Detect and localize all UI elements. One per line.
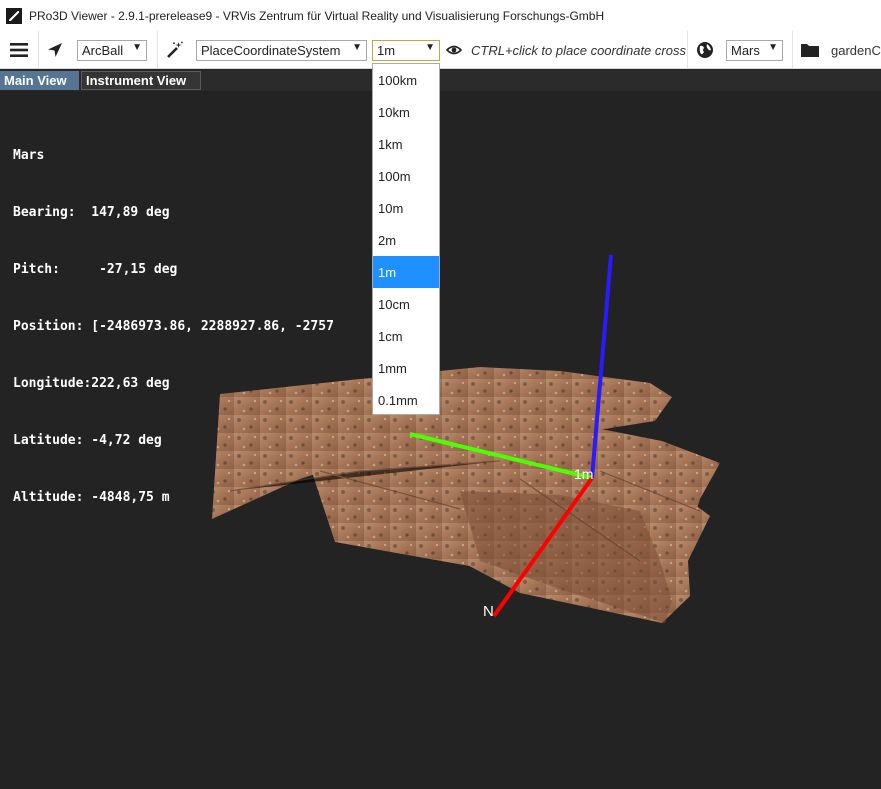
view-tabs: Main View Instrument View — [0, 70, 881, 91]
scale-option-selected[interactable]: 1m — [373, 256, 439, 288]
main-viewport[interactable]: 1m N Mars Bearing: 147,89 deg Pitch: -27… — [0, 91, 881, 789]
title-bar: PRo3D Viewer - 2.9.1-prerelease9 - VRVis… — [0, 0, 881, 31]
location-arrow-icon — [48, 43, 62, 57]
camera-info-overlay: Mars Bearing: 147,89 deg Pitch: -27,15 d… — [13, 108, 334, 545]
scale-option[interactable]: 1cm — [373, 320, 439, 352]
scale-option[interactable]: 100km — [373, 64, 439, 96]
wand-button[interactable] — [163, 31, 185, 69]
camera-mode-value: ArcBall — [82, 43, 124, 58]
info-planet: Mars — [13, 148, 45, 163]
folder-button[interactable] — [799, 31, 821, 69]
info-longitude: Longitude:222,63 deg — [13, 376, 170, 391]
magic-wand-icon — [167, 41, 183, 58]
tab-main-view[interactable]: Main View — [0, 71, 79, 90]
planet-value: Mars — [731, 43, 760, 58]
camera-mode-select[interactable]: ArcBall ▼ — [77, 40, 147, 61]
globe-icon — [697, 42, 713, 58]
folder-icon — [801, 44, 819, 57]
scale-value: 1m — [377, 43, 396, 58]
visibility-toggle[interactable] — [444, 31, 464, 69]
scale-label: 1m — [574, 466, 593, 482]
interaction-mode-value: PlaceCoordinateSystem — [201, 43, 341, 58]
interaction-mode-select[interactable]: PlaceCoordinateSystem ▼ — [196, 40, 367, 61]
info-latitude: Latitude: -4,72 deg — [13, 433, 162, 448]
scale-option[interactable]: 1mm — [373, 352, 439, 384]
tab-instrument-view[interactable]: Instrument View — [81, 71, 201, 90]
scale-option[interactable]: 10m — [373, 192, 439, 224]
menu-button[interactable] — [0, 31, 38, 69]
scale-select[interactable]: 1m ▼ — [372, 40, 440, 61]
eye-icon — [446, 45, 462, 55]
hamburger-icon — [10, 43, 28, 57]
hint-text: CTRL+click to place coordinate cross — [471, 42, 686, 58]
north-label: N — [483, 603, 494, 620]
scale-option[interactable]: 1km — [373, 128, 439, 160]
scale-option[interactable]: 2m — [373, 224, 439, 256]
scale-option[interactable]: 10km — [373, 96, 439, 128]
window-title: PRo3D Viewer - 2.9.1-prerelease9 - VRVis… — [29, 8, 605, 23]
chevron-down-icon: ▼ — [768, 42, 778, 53]
info-altitude: Altitude: -4848,75 m — [13, 490, 170, 505]
info-bearing: Bearing: 147,89 deg — [13, 205, 170, 220]
scale-option[interactable]: 100m — [373, 160, 439, 192]
app-logo — [6, 7, 22, 24]
planet-button[interactable] — [695, 31, 715, 69]
scale-option[interactable]: 0.1mm — [373, 384, 439, 416]
chevron-down-icon: ▼ — [425, 42, 435, 53]
scale-option[interactable]: 10cm — [373, 288, 439, 320]
info-position: Position: [-2486973.86, 2288927.86, -275… — [13, 319, 334, 334]
planet-select[interactable]: Mars ▼ — [726, 40, 783, 61]
toolbar: ArcBall ▼ PlaceCoordinateSystem ▼ 1m ▼ C… — [0, 31, 881, 69]
chevron-down-icon: ▼ — [352, 42, 362, 53]
info-pitch: Pitch: -27,15 deg — [13, 262, 178, 277]
scale-dropdown-menu[interactable]: 100km 10km 1km 100m 10m 2m 1m 10cm 1cm 1… — [372, 63, 440, 415]
chevron-down-icon: ▼ — [132, 42, 142, 53]
folder-label[interactable]: gardenC — [831, 31, 881, 69]
navigation-button[interactable] — [43, 31, 67, 69]
